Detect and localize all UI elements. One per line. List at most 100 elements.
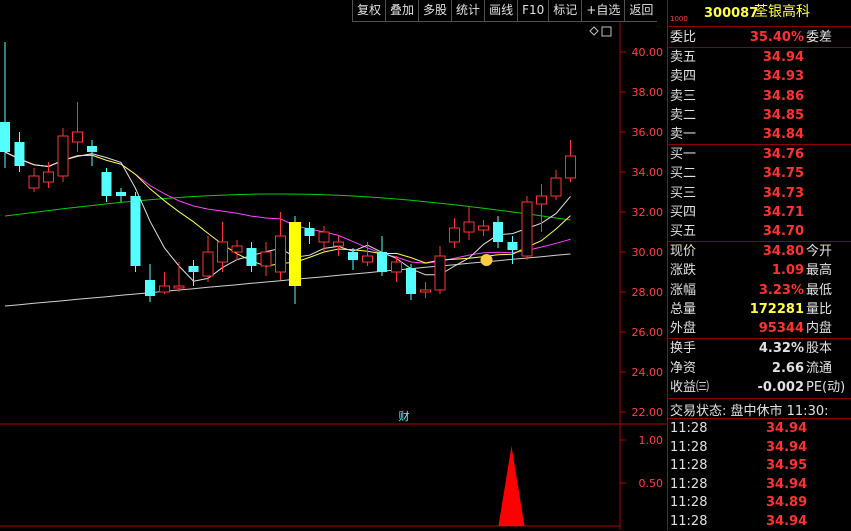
ask-row-value: 34.86 bbox=[762, 88, 804, 104]
candle-body-down bbox=[130, 196, 141, 266]
y-tick-label: 22.00 bbox=[632, 406, 664, 419]
bid-row-label: 买一 bbox=[670, 147, 697, 162]
toolbar-button[interactable]: 多股 bbox=[418, 0, 452, 22]
quote-row-label: 现价 bbox=[670, 244, 697, 259]
candle-body-up bbox=[449, 227, 460, 243]
window-toggle-icon bbox=[601, 26, 612, 37]
tick-row[interactable]: 11:28 34.94 bbox=[668, 419, 851, 438]
y-tick-label: 40.00 bbox=[632, 46, 664, 59]
quote-row-label: 总量 bbox=[670, 301, 697, 317]
bid-row: 买二 34.75 bbox=[668, 164, 851, 183]
bid-row-label: 买二 bbox=[670, 166, 697, 182]
weibi-row: 委比 35.40% 委差 bbox=[668, 28, 851, 47]
quote-row-value: 95344 bbox=[758, 321, 804, 337]
quote-row-value: 172281 bbox=[749, 301, 804, 317]
candle-body-up bbox=[173, 285, 185, 289]
fin-row-label: 换手 bbox=[670, 341, 697, 356]
y-tick-label: 36.00 bbox=[632, 126, 664, 139]
candle-body-down bbox=[188, 266, 199, 272]
quote-panel: 1000 300087 荃银高科 委比 35.40% 委差 卖五 34.94 卖四 3… bbox=[667, 0, 851, 530]
ask-row-value: 34.94 bbox=[762, 50, 804, 65]
toolbar-button[interactable]: F10 bbox=[517, 0, 549, 22]
quote-row: 总量 172281 量比 bbox=[668, 300, 851, 319]
candle-body-down bbox=[246, 248, 257, 266]
candle-body-down bbox=[348, 252, 358, 260]
candle-body-up bbox=[260, 251, 272, 267]
kline-chart-area[interactable]: 40.00 38.00 36.00 34.00 32.00 30.00 28.00 26.00… bbox=[0, 0, 667, 530]
bid-row: 买五 34.70 bbox=[668, 222, 851, 241]
toolbar-button[interactable]: 叠加 bbox=[385, 0, 419, 22]
quote-row-label2: 内盘 bbox=[806, 321, 833, 337]
tick-row[interactable]: 11:28 34.94 bbox=[668, 438, 851, 457]
stock-name[interactable]: 荃银高科 bbox=[754, 3, 810, 22]
candle-body-down bbox=[507, 242, 518, 250]
tick-row[interactable]: 11:28 34.94 bbox=[668, 512, 851, 531]
tick-row[interactable]: 11:28 34.95 bbox=[668, 456, 851, 475]
quote-row-label2: 最低 bbox=[806, 282, 833, 298]
quote-row: 涨跌 1.09 最高 bbox=[668, 261, 851, 280]
candle-body-down bbox=[14, 142, 25, 166]
bid-row-value: 34.75 bbox=[762, 166, 804, 182]
toolbar-button[interactable]: 标记 bbox=[548, 0, 582, 22]
y-tick-label: 26.00 bbox=[632, 326, 664, 339]
ask-row: 卖三 34.86 bbox=[668, 87, 851, 106]
kline-chart[interactable]: 40.00 38.00 36.00 34.00 32.00 30.00 28.00 26.00… bbox=[0, 0, 667, 530]
tick-row[interactable]: 11:28 34.89 bbox=[668, 493, 851, 512]
ask-row-label: 卖一 bbox=[670, 127, 697, 143]
fin-row-label2: 流通 bbox=[806, 360, 833, 376]
candle-body-down bbox=[87, 146, 97, 152]
divider bbox=[668, 26, 851, 27]
toolbar-button[interactable]: 返回 bbox=[624, 0, 658, 22]
candle-body-up bbox=[217, 241, 228, 263]
toolbar-button[interactable]: +自选 bbox=[581, 0, 625, 22]
tick-time: 11:28 bbox=[670, 458, 708, 473]
tick-price: 34.94 bbox=[766, 439, 808, 455]
candle-body-up bbox=[550, 177, 562, 197]
weibi-value: 35.40% bbox=[749, 30, 804, 45]
fin-row-label: 净资 bbox=[670, 360, 697, 376]
tick-time: 11:28 bbox=[670, 476, 708, 492]
ask-row-value: 34.85 bbox=[762, 107, 804, 123]
quote-row: 现价 34.80 今开 bbox=[668, 242, 851, 261]
quote-row-value: 1.09 bbox=[771, 263, 804, 279]
tick-time: 11:28 bbox=[670, 495, 708, 510]
y-tick-label: 24.00 bbox=[632, 366, 664, 379]
toolbar-button[interactable]: 画线 bbox=[484, 0, 518, 22]
tick-time: 11:28 bbox=[670, 421, 708, 436]
quote-row-label2: 量比 bbox=[806, 301, 833, 317]
ma10-line bbox=[4, 151, 571, 267]
ask-row: 卖五 34.94 bbox=[668, 48, 851, 67]
weibi-label: 委比 bbox=[670, 30, 697, 45]
quote-row-label: 涨跌 bbox=[670, 263, 697, 279]
ask-row-value: 34.84 bbox=[762, 127, 804, 143]
toolbar-button[interactable]: 统计 bbox=[451, 0, 485, 22]
quote-row-label: 涨幅 bbox=[670, 282, 697, 298]
ask-row-label: 卖二 bbox=[670, 107, 697, 123]
divider bbox=[668, 398, 851, 399]
bid-row-value: 34.71 bbox=[762, 204, 804, 220]
ask-row: 卖二 34.85 bbox=[668, 106, 851, 125]
candle-body-up bbox=[231, 245, 243, 253]
candle-body-up bbox=[57, 135, 69, 177]
money-bag-icon bbox=[480, 254, 493, 266]
toolbar-button[interactable]: 复权 bbox=[352, 0, 386, 22]
candle-body-down bbox=[101, 172, 112, 196]
toolbar: 复权 叠加 多股 统计 画线 F10 标记 +自选 返回 bbox=[352, 0, 658, 22]
tick-row[interactable]: 11:28 34.94 bbox=[668, 475, 851, 494]
stock-code[interactable]: 300087 bbox=[704, 4, 758, 23]
tick-price: 34.95 bbox=[766, 458, 808, 473]
ask-row-label: 卖五 bbox=[670, 50, 697, 65]
candle-body-up bbox=[202, 251, 214, 277]
tick-price: 34.89 bbox=[766, 495, 808, 510]
ask-row-value: 34.93 bbox=[762, 69, 804, 85]
candle-body-up bbox=[159, 285, 170, 293]
highlight-candle bbox=[289, 222, 301, 286]
fin-row: 换手 4.32% 股本 bbox=[668, 339, 851, 358]
y-tick-label: 32.00 bbox=[632, 206, 664, 219]
tick-price: 34.94 bbox=[766, 513, 808, 529]
fin-row-label2: 股本 bbox=[806, 341, 833, 356]
ask-row-label: 卖三 bbox=[670, 88, 697, 104]
quote-row-value: 3.23% bbox=[758, 282, 804, 298]
sub-tick-label: 0.50 bbox=[639, 477, 664, 490]
candle-body-up bbox=[43, 171, 54, 183]
